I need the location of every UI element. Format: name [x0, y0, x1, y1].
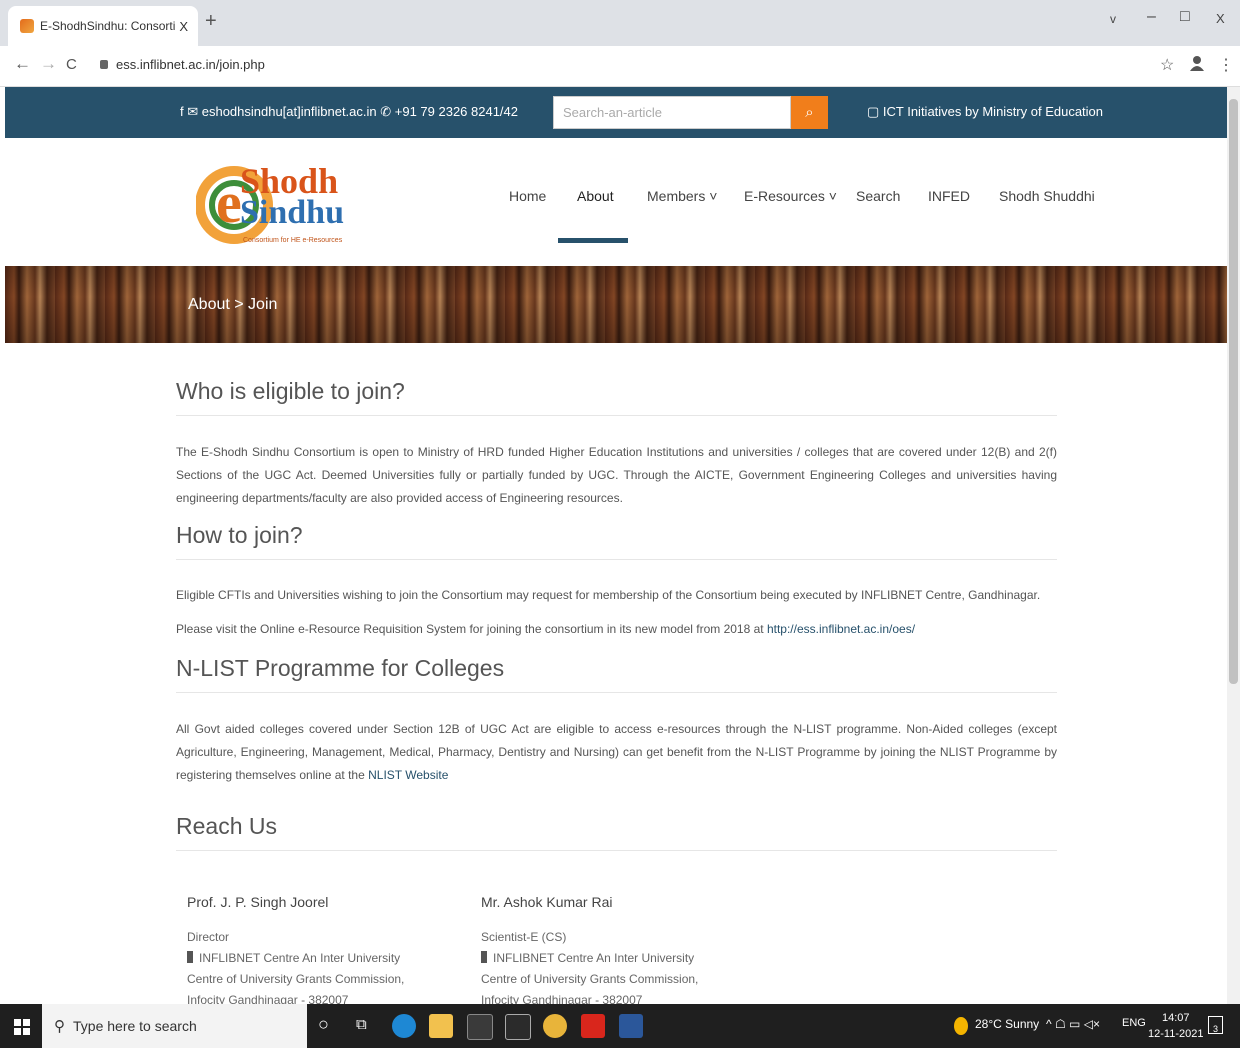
eligible-text: The E-Shodh Sindhu Consortium is open to…	[176, 445, 1057, 505]
clock-date: 12-11-2021	[1148, 1028, 1204, 1040]
scrollbar-thumb[interactable]	[1229, 99, 1238, 684]
contact-address-text: INFLIBNET Centre An Inter University	[199, 951, 401, 965]
mail-icon[interactable]	[505, 1014, 531, 1040]
notifications-icon[interactable]: 3	[1208, 1016, 1223, 1034]
tab-close-icon[interactable]: X	[179, 19, 188, 34]
minimize-button[interactable]: –	[1147, 8, 1156, 26]
lock-icon	[100, 60, 108, 69]
browser-tab[interactable]: E-ShodhSindhu: Consortium for X	[8, 6, 198, 46]
contact-name: Mr. Ashok Kumar Rai	[481, 894, 613, 910]
contact-name: Prof. J. P. Singh Joorel	[187, 894, 329, 910]
how-to-join-heading: How to join?	[176, 522, 1057, 560]
cortana-icon[interactable]: ○	[318, 1014, 329, 1035]
main-content: Who is eligible to join? The E-Shodh Sin…	[176, 378, 1057, 851]
nav-search[interactable]: Search	[856, 188, 900, 204]
profile-icon[interactable]	[1190, 55, 1204, 76]
tab-search-dropdown-icon[interactable]: v	[1110, 12, 1116, 26]
nav-home[interactable]: Home	[509, 188, 546, 204]
page-banner: About > Join	[5, 266, 1227, 343]
article-search-input[interactable]: Search-an-article	[553, 96, 791, 129]
windows-taskbar: ⚲ Type here to search ○ ⧉ 28°C Sunny ^ ☖ …	[0, 1004, 1240, 1048]
back-button[interactable]: ←	[14, 54, 31, 74]
contact-address-line: Centre of University Grants Commission,	[187, 972, 405, 986]
page-scrollbar[interactable]	[1227, 87, 1240, 1004]
contact-address-line: INFLIBNET Centre An Inter University	[481, 948, 741, 969]
contact-role: Director	[187, 930, 230, 944]
edge-icon[interactable]	[392, 1014, 416, 1038]
site-top-bar: f ✉ eshodhsindhu[at]inflibnet.ac.in ✆ +9…	[5, 87, 1227, 138]
start-button[interactable]	[14, 1019, 30, 1040]
url-text: ess.inflibnet.ac.in/join.php	[116, 57, 265, 72]
new-tab-button[interactable]: +	[205, 10, 217, 33]
close-window-button[interactable]: X	[1216, 11, 1225, 26]
building-icon	[481, 951, 487, 963]
requisition-text-prefix: Please visit the Online e-Resource Requi…	[176, 622, 767, 636]
browser-menu-icon[interactable]: ⋮	[1218, 55, 1234, 75]
svg-text:e: e	[216, 170, 242, 235]
address-bar-row: ← → C ess.inflibnet.ac.in/join.php ☆ ⋮	[0, 46, 1240, 87]
requisition-text: Please visit the Online e-Resource Requi…	[176, 618, 1057, 641]
language-indicator[interactable]: ENG	[1122, 1017, 1146, 1029]
search-icon: ⚲	[54, 1018, 65, 1035]
weather-text[interactable]: 28°C Sunny	[975, 1017, 1039, 1031]
nav-about[interactable]: About	[577, 188, 614, 204]
nlist-text: All Govt aided colleges covered under Se…	[176, 718, 1057, 787]
tab-title: E-ShodhSindhu: Consortium for	[40, 19, 176, 33]
ict-initiatives-link[interactable]: ▢ ICT Initiatives by Ministry of Educati…	[867, 104, 1103, 120]
contact-address-line: INFLIBNET Centre An Inter University	[187, 948, 447, 969]
eligible-heading: Who is eligible to join?	[176, 378, 1057, 416]
taskbar-search-input[interactable]: ⚲ Type here to search	[42, 1004, 307, 1048]
taskbar-search-placeholder: Type here to search	[73, 1018, 197, 1034]
browser-tab-bar: E-ShodhSindhu: Consortium for X + v – □ …	[0, 0, 1240, 46]
weather-icon[interactable]	[954, 1017, 968, 1035]
search-button[interactable]: ⌕	[791, 96, 828, 129]
taskbar-clock[interactable]: 14:07 12-11-2021	[1148, 1010, 1203, 1042]
contact-card: Mr. Ashok Kumar Rai Scientist-E (CS) INF…	[481, 892, 741, 1011]
chrome-icon[interactable]	[543, 1014, 567, 1038]
contact-role: Scientist-E (CS)	[481, 930, 567, 944]
system-tray-icons[interactable]: ^ ☖ ▭ ◁×	[1046, 1017, 1100, 1031]
how-to-join-text: Eligible CFTIs and Universities wishing …	[176, 588, 1041, 602]
contact-address-line: Centre of University Grants Commission,	[481, 972, 699, 986]
nav-members[interactable]: Members ˅	[647, 188, 717, 204]
bookmark-star-icon[interactable]: ☆	[1160, 55, 1174, 75]
eshodhsindhu-logo[interactable]: e Shodh Sindhu Consortium for HE e-Resou…	[195, 160, 351, 250]
nlist-heading: N-LIST Programme for Colleges	[176, 655, 1057, 693]
word-icon[interactable]	[619, 1014, 643, 1038]
breadcrumb: About > Join	[188, 296, 278, 313]
active-nav-indicator	[558, 238, 628, 243]
oes-link[interactable]: http://ess.inflibnet.ac.in/oes/	[767, 622, 915, 636]
logo-tagline: Consortium for HE e-Resources	[243, 237, 343, 244]
store-icon[interactable]	[467, 1014, 493, 1040]
nav-infed[interactable]: INFED	[928, 188, 970, 204]
nav-shodh-shuddhi[interactable]: Shodh Shuddhi	[999, 188, 1095, 204]
url-field[interactable]: ess.inflibnet.ac.in/join.php	[100, 57, 265, 72]
file-explorer-icon[interactable]	[429, 1014, 453, 1038]
acrobat-icon[interactable]	[581, 1014, 605, 1038]
task-view-icon[interactable]: ⧉	[356, 1016, 367, 1033]
site-favicon-icon	[20, 19, 34, 33]
reach-us-heading: Reach Us	[176, 813, 1057, 851]
clock-time: 14:07	[1161, 1012, 1190, 1024]
maximize-button[interactable]: □	[1180, 8, 1190, 26]
reload-button[interactable]: C	[66, 56, 77, 73]
contact-info: f ✉ eshodhsindhu[at]inflibnet.ac.in ✆ +9…	[180, 104, 519, 119]
building-icon	[187, 951, 193, 963]
logo-text-sindhu: Sindhu	[240, 194, 344, 231]
contact-card: Prof. J. P. Singh Joorel Director INFLIB…	[187, 892, 447, 1011]
nav-eresources[interactable]: E-Resources ˅	[744, 188, 837, 204]
contact-address-text: INFLIBNET Centre An Inter University	[493, 951, 695, 965]
nlist-website-link[interactable]: NLIST Website	[368, 768, 448, 782]
forward-button[interactable]: →	[40, 54, 57, 74]
nlist-text-body: All Govt aided colleges covered under Se…	[176, 722, 1057, 782]
